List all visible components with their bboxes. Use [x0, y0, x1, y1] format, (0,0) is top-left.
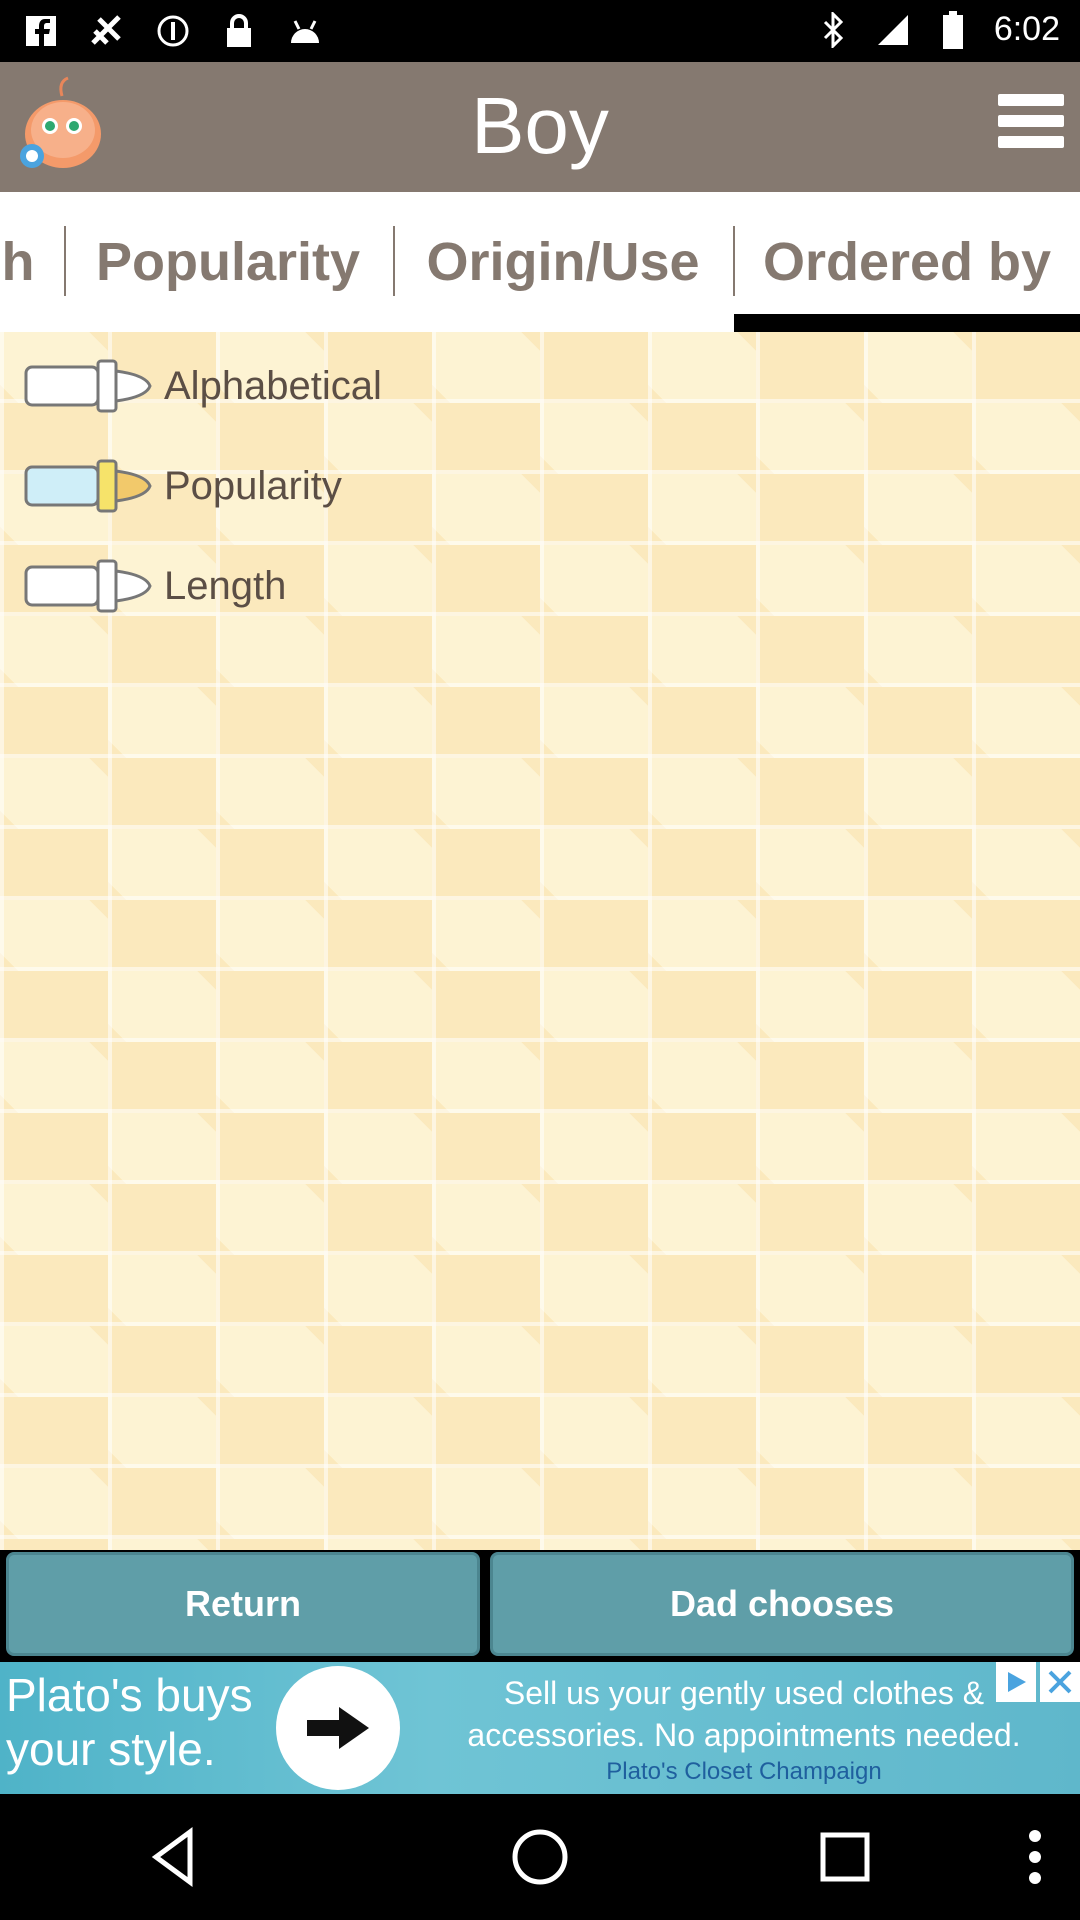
tab-ordered-by[interactable]: Ordered by	[740, 192, 1074, 332]
option-length[interactable]: Length	[24, 546, 286, 626]
bottle-radio-icon	[24, 359, 152, 413]
return-button[interactable]: Return	[6, 1552, 480, 1656]
signal-icon	[874, 11, 912, 49]
info-icon	[154, 12, 192, 50]
android-icon	[286, 12, 324, 50]
selected-tab-indicator	[734, 314, 1080, 332]
ad-headline: Plato's buys your style.	[6, 1669, 253, 1775]
airplane-wifi-icon	[88, 12, 126, 50]
lock-icon	[220, 12, 258, 50]
tab-divider	[733, 226, 735, 296]
ad-close-icon[interactable]	[1040, 1662, 1080, 1702]
options-panel: Alphabetical Popularity Length	[0, 332, 1080, 1550]
system-nav-bar	[0, 1794, 1080, 1920]
status-time: 6:02	[993, 10, 1060, 48]
option-popularity[interactable]: Popularity	[24, 446, 342, 526]
back-icon[interactable]	[140, 1822, 210, 1892]
tab-search[interactable]: h	[0, 192, 36, 332]
app-bar: Boy	[0, 62, 1080, 192]
recents-icon[interactable]	[810, 1822, 880, 1892]
ad-info-icon[interactable]	[996, 1662, 1036, 1702]
dad-chooses-button[interactable]: Dad chooses	[490, 1552, 1074, 1656]
option-label: Length	[164, 563, 287, 608]
option-label: Alphabetical	[164, 363, 382, 408]
tab-bar: h Popularity Origin/Use Ordered by	[0, 192, 1080, 332]
option-alphabetical[interactable]: Alphabetical	[24, 346, 382, 426]
page-title: Boy	[471, 81, 609, 170]
home-icon[interactable]	[505, 1822, 575, 1892]
more-icon[interactable]	[1000, 1822, 1070, 1892]
arrow-right-icon[interactable]	[276, 1666, 400, 1790]
tab-divider	[64, 226, 66, 296]
tab-popularity[interactable]: Popularity	[70, 192, 386, 332]
option-label: Popularity	[164, 463, 342, 508]
facebook-icon	[22, 12, 60, 50]
tab-divider	[393, 226, 395, 296]
status-bar: 6:02	[0, 0, 1080, 62]
hamburger-menu-icon[interactable]	[998, 94, 1064, 154]
ad-advertiser: Plato's Closet Champaign	[606, 1758, 882, 1785]
ad-description: Sell us your gently used clothes & acces…	[424, 1672, 1064, 1788]
ad-banner[interactable]: Plato's buys your style. Sell us your ge…	[0, 1662, 1080, 1794]
bluetooth-icon	[814, 11, 852, 49]
tab-origin-use[interactable]: Origin/Use	[400, 192, 726, 332]
battery-icon	[934, 10, 972, 49]
bottle-radio-selected-icon	[24, 459, 152, 513]
bottle-radio-icon	[24, 559, 152, 613]
